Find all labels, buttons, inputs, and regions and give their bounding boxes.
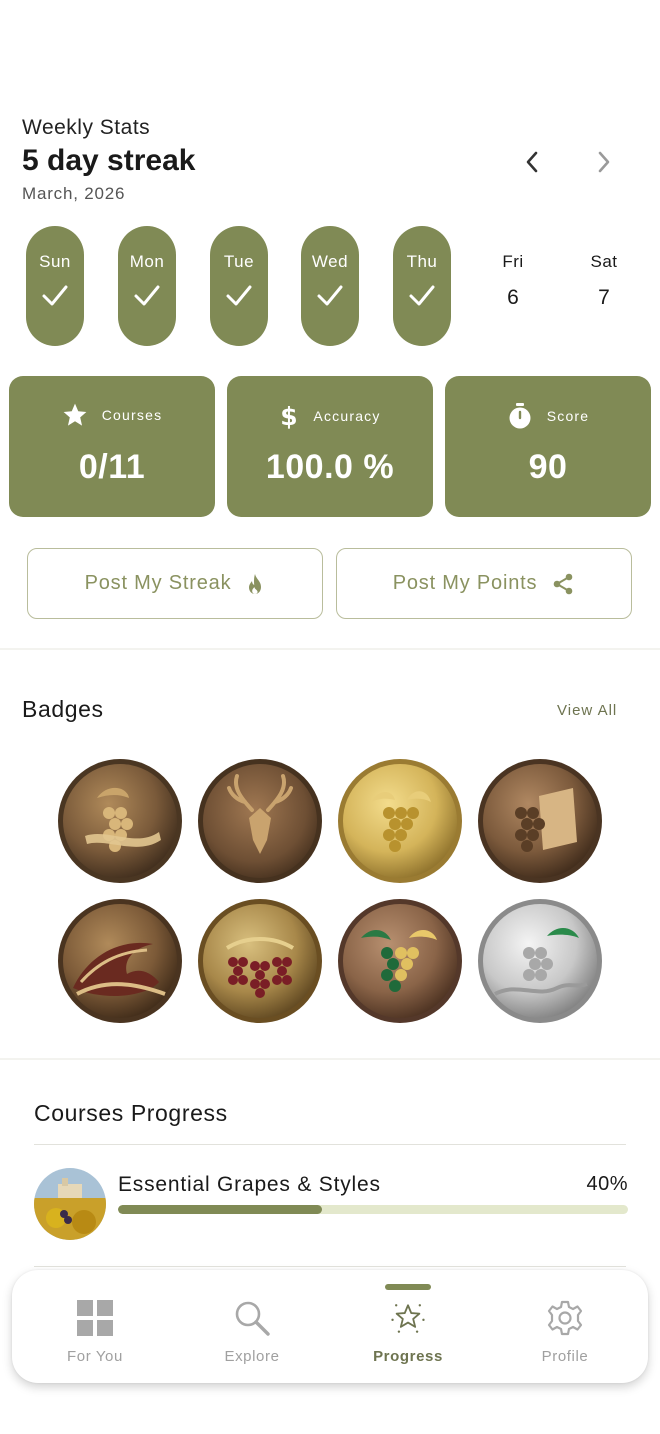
green-gold-grapes-badge[interactable] (337, 898, 463, 1024)
course-thumbnail (34, 1168, 106, 1240)
checkmark-icon (317, 285, 343, 306)
grape-ribbon-bronze-badge[interactable] (57, 758, 183, 884)
day-name: Fri (502, 252, 524, 271)
tab-label: Progress (373, 1348, 443, 1365)
divider (34, 1144, 626, 1145)
stat-label: Score (546, 408, 590, 424)
star-icon (63, 403, 87, 426)
tab-progress[interactable]: Progress (333, 1270, 483, 1383)
flame-icon (249, 573, 262, 594)
wave-bronze-badge[interactable] (57, 898, 183, 1024)
day-thu[interactable]: Thu (393, 226, 451, 346)
day-name: Wed (311, 252, 349, 271)
day-name: Sat (590, 252, 618, 271)
courses-stat-card: Courses 0/11 (9, 376, 215, 517)
tab-label: Explore (224, 1348, 280, 1365)
tab-label: Profile (541, 1348, 589, 1365)
day-date: 6 (507, 286, 519, 309)
stat-value: 0/11 (78, 448, 146, 486)
month-label: March, 2026 (22, 184, 126, 203)
stat-label: Accuracy (313, 408, 381, 424)
course-name: Essential Grapes & Styles (118, 1173, 381, 1196)
grapes-book-bronze-badge[interactable] (477, 758, 603, 884)
previous-week-button[interactable] (518, 144, 546, 180)
view-all-link[interactable]: View All (557, 702, 617, 719)
svg-text:$: $ (281, 402, 298, 430)
active-tab-indicator (385, 1284, 431, 1290)
day-fri[interactable]: Fri 6 (484, 226, 542, 346)
section-divider (0, 648, 660, 650)
course-percent: 40% (586, 1173, 628, 1195)
course-progress-track (118, 1205, 628, 1214)
post-streak-button[interactable]: Post My Streak (27, 548, 323, 619)
day-sun[interactable]: Sun (26, 226, 84, 346)
week-navigation (518, 144, 618, 180)
checkmark-icon (226, 285, 252, 306)
star-sparkle-icon (388, 1298, 428, 1338)
course-row[interactable]: Essential Grapes & Styles 40% (34, 1168, 628, 1242)
bottom-tab-bar: For You Explore Progress Profile (12, 1270, 648, 1383)
silver-grapes-wave-badge[interactable] (477, 898, 603, 1024)
day-name: Mon (129, 252, 165, 271)
dollar-icon: $ (281, 402, 298, 430)
chevron-right-icon (598, 151, 610, 173)
badges-title: Badges (22, 696, 104, 722)
day-mon[interactable]: Mon (118, 226, 176, 346)
tab-explore[interactable]: Explore (177, 1270, 327, 1383)
stopwatch-icon (509, 403, 531, 429)
post-points-label: Post My Points (392, 572, 538, 594)
tab-for-you[interactable]: For You (20, 1270, 170, 1383)
checkmark-icon (42, 285, 68, 306)
stats-cards: Courses 0/11 $ Accuracy 100.0 % Score 90 (9, 376, 651, 517)
checkmark-icon (134, 285, 160, 306)
post-streak-label: Post My Streak (84, 572, 232, 594)
score-stat-card: Score 90 (445, 376, 651, 517)
gear-icon (545, 1298, 585, 1338)
grid-icon (75, 1298, 115, 1338)
share-icon (553, 573, 573, 594)
day-name: Thu (406, 252, 438, 271)
chevron-left-icon (526, 151, 538, 173)
day-date: 7 (598, 286, 610, 309)
week-days: Sun Mon Tue Wed Thu Fri 6 Sat 7 (26, 226, 636, 346)
post-points-button[interactable]: Post My Points (336, 548, 632, 619)
stat-value: 100.0 % (265, 448, 395, 486)
weekly-stats-label: Weekly Stats (22, 116, 151, 139)
next-week-button[interactable] (590, 144, 618, 180)
search-icon (232, 1298, 272, 1338)
golden-grapes-badge[interactable] (337, 758, 463, 884)
day-sat[interactable]: Sat 7 (575, 226, 633, 346)
stat-label: Courses (101, 407, 163, 423)
checkmark-icon (409, 285, 435, 306)
courses-progress-title: Courses Progress (34, 1100, 228, 1126)
day-wed[interactable]: Wed (301, 226, 359, 346)
course-progress-fill (118, 1205, 322, 1214)
day-name: Tue (223, 252, 255, 271)
stag-bronze-badge[interactable] (197, 758, 323, 884)
tab-profile[interactable]: Profile (490, 1270, 640, 1383)
day-name: Sun (39, 252, 71, 271)
accuracy-stat-card: $ Accuracy 100.0 % (227, 376, 433, 517)
three-red-grapes-badge[interactable] (197, 898, 323, 1024)
divider (34, 1266, 626, 1267)
stat-value: 90 (528, 448, 568, 486)
section-divider (0, 1058, 660, 1060)
day-tue[interactable]: Tue (210, 226, 268, 346)
tab-label: For You (67, 1348, 123, 1365)
